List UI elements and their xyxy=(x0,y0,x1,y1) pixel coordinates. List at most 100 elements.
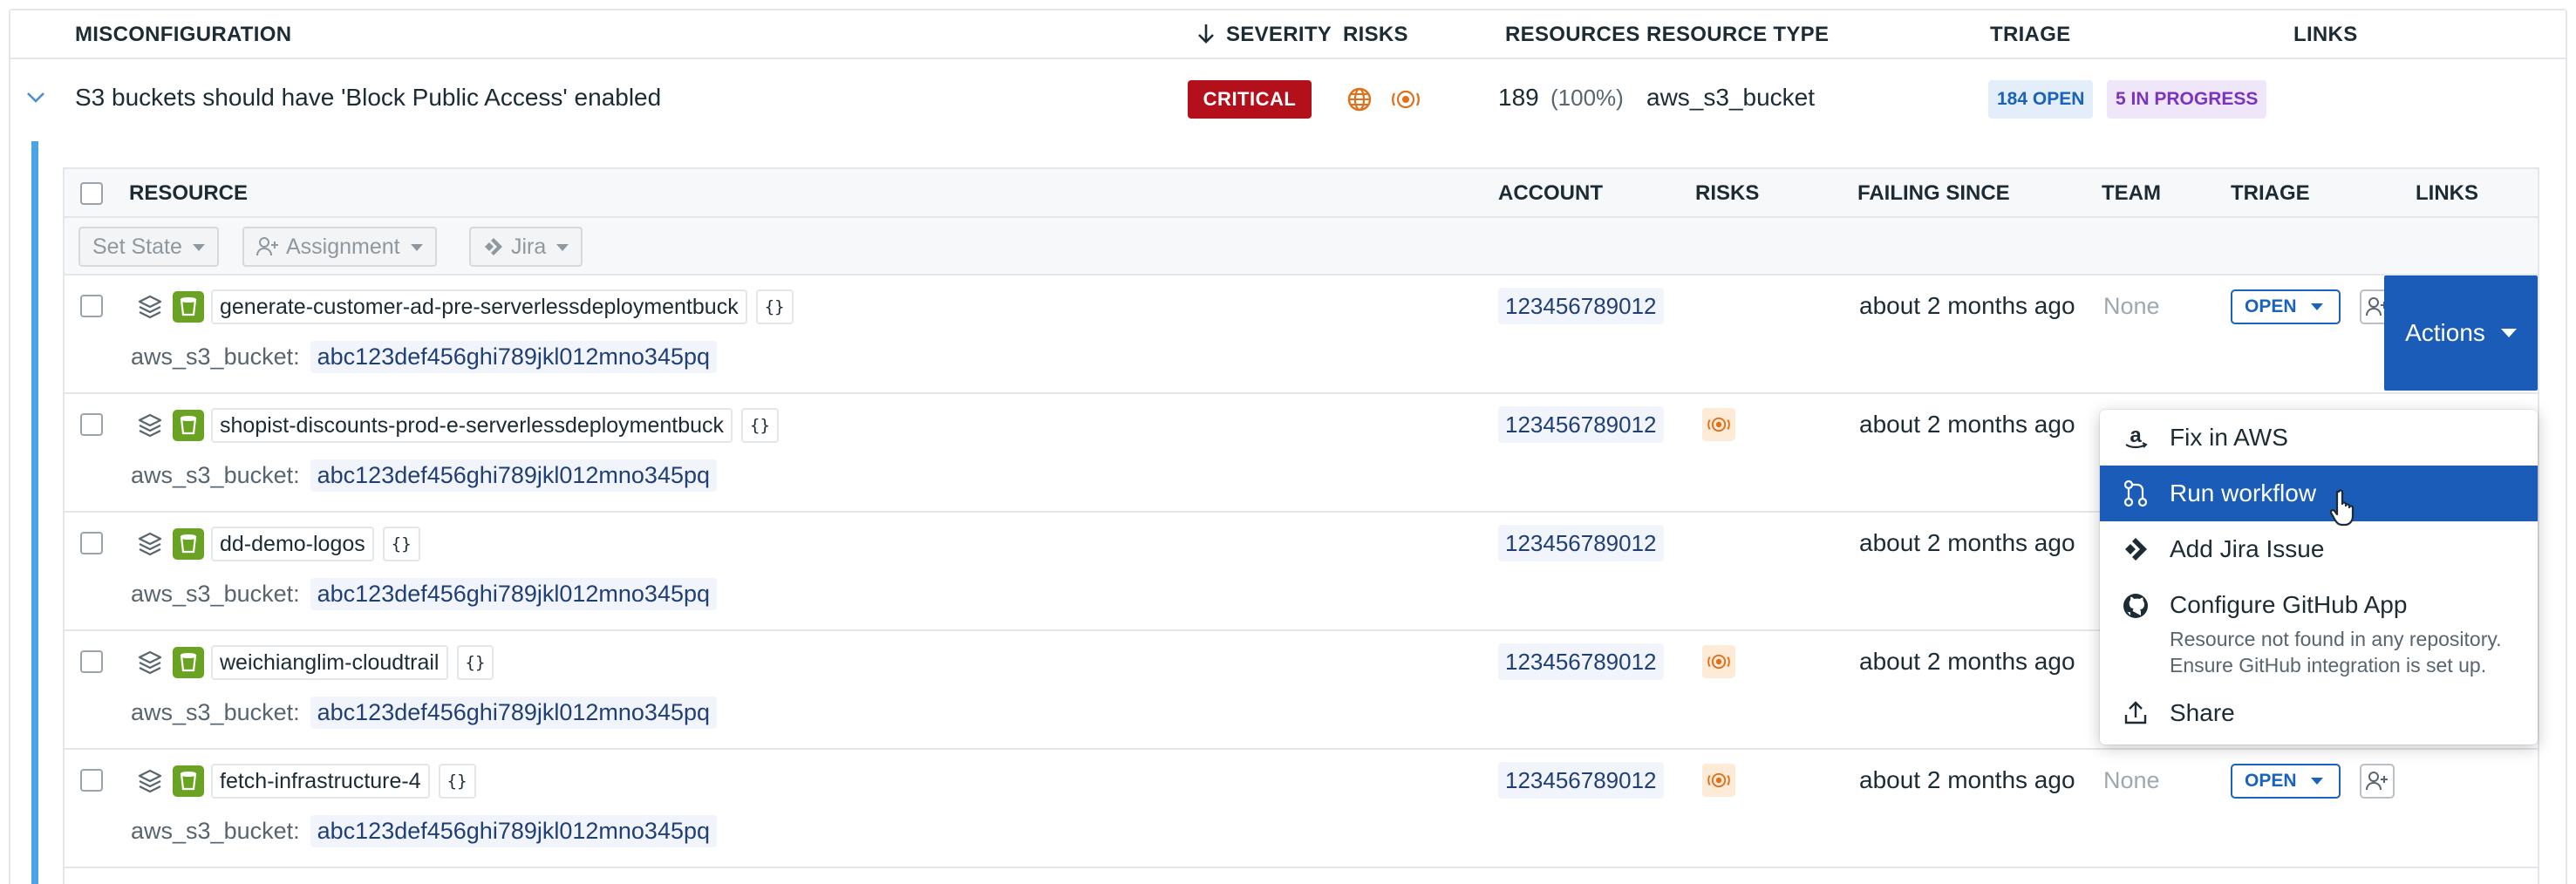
failing-since: about 2 months ago xyxy=(1859,292,2075,319)
row-checkbox[interactable] xyxy=(80,295,103,317)
chevron-down-icon[interactable] xyxy=(26,91,45,105)
jira-icon xyxy=(2121,534,2150,564)
account-id[interactable]: 123456789012 xyxy=(1498,288,1664,324)
actions-button[interactable]: Actions xyxy=(2384,275,2538,391)
actions-menu: a Fix in AWS Run workflow Add Jira Issue… xyxy=(2100,410,2538,745)
col-resource[interactable]: RESOURCE xyxy=(129,169,248,218)
resource-id[interactable]: abc123def456ghi789jkl012mno345pq xyxy=(310,340,718,373)
assign-user-button[interactable] xyxy=(2360,764,2395,799)
col-risks[interactable]: RISKS xyxy=(1343,10,1408,59)
github-note-line-2: Ensure GitHub integration is set up. xyxy=(2170,654,2487,677)
layers-icon xyxy=(138,295,162,319)
hand-cursor-icon xyxy=(2330,489,2355,527)
col-severity[interactable]: SEVERITY xyxy=(1196,10,1332,59)
github-icon xyxy=(2121,591,2150,621)
menu-item-run-workflow[interactable]: Run workflow xyxy=(2100,466,2538,521)
add-user-icon xyxy=(2366,772,2388,791)
team-value: None xyxy=(2103,767,2160,793)
json-view-button[interactable]: {} xyxy=(456,645,494,680)
chevron-down-icon xyxy=(192,244,205,252)
col-triage[interactable]: TRIAGE xyxy=(1990,10,2070,59)
menu-item-add-jira-issue[interactable]: Add Jira Issue xyxy=(2100,521,2538,577)
resource-id[interactable]: abc123def456ghi789jkl012mno345pq xyxy=(310,696,718,729)
bulk-actions-toolbar: Set State Assignment Jira xyxy=(65,218,2538,275)
col-links[interactable]: LINKS xyxy=(2293,10,2358,59)
triage-state-dropdown[interactable]: OPEN xyxy=(2231,289,2341,324)
json-view-button[interactable]: {} xyxy=(438,764,476,799)
s3-bucket-icon xyxy=(173,528,204,560)
row-checkbox[interactable] xyxy=(80,532,103,554)
layers-icon xyxy=(138,532,162,556)
table-row[interactable]: generate-customer-ad-pre-serverlessdeplo… xyxy=(65,275,2538,394)
resource-name[interactable]: weichianglim-cloudtrail xyxy=(211,645,448,680)
account-id[interactable]: 123456789012 xyxy=(1498,762,1664,799)
misconfiguration-title[interactable]: S3 buckets should have 'Block Public Acc… xyxy=(75,84,661,112)
resource-type-label: aws_s3_bucket: xyxy=(131,461,300,488)
assignment-button[interactable]: Assignment xyxy=(242,227,437,267)
failing-since: about 2 months ago xyxy=(1859,411,2075,438)
resource-name[interactable]: shopist-discounts-prod-e-serverlessdeplo… xyxy=(211,408,733,443)
svg-text:a: a xyxy=(2130,425,2142,447)
col-resource-type[interactable]: RESOURCE TYPE xyxy=(1646,10,1829,59)
findings-table-header: MISCONFIGURATION SEVERITY RISKS RESOURCE… xyxy=(10,10,2566,59)
row-checkbox[interactable] xyxy=(80,650,103,673)
select-all-checkbox[interactable] xyxy=(80,182,103,205)
row-checkbox[interactable] xyxy=(80,413,103,436)
resource-name[interactable]: dd-demo-logos xyxy=(211,527,374,561)
layers-icon xyxy=(138,413,162,438)
resource-id-line: aws_s3_bucket: abc123def456ghi789jkl012mn… xyxy=(131,457,718,493)
chevron-down-icon xyxy=(556,244,569,252)
resource-id-line: aws_s3_bucket: abc123def456ghi789jkl012mn… xyxy=(131,813,718,849)
resource-id-line: aws_s3_bucket: abc123def456ghi789jkl012mn… xyxy=(131,338,718,375)
menu-item-configure-github-app[interactable]: Configure GitHub App Resource not found … xyxy=(2100,577,2538,685)
col-risks[interactable]: RISKS xyxy=(1695,169,1759,218)
resource-name-cell: weichianglim-cloudtrail{} xyxy=(136,645,494,680)
public-access-globe-icon xyxy=(1347,87,1372,112)
github-note-line-1: Resource not found in any repository. xyxy=(2170,628,2502,650)
json-view-button[interactable]: {} xyxy=(755,289,794,324)
resources-percent: (100%) xyxy=(1550,85,1624,111)
amazon-icon: a xyxy=(2121,423,2150,452)
col-resources[interactable]: RESOURCES xyxy=(1505,10,1640,59)
exposure-radar-icon xyxy=(1702,764,1735,797)
resources-count: 189 xyxy=(1498,84,1539,111)
workflow-icon xyxy=(2121,479,2150,508)
col-misconfiguration[interactable]: MISCONFIGURATION xyxy=(75,10,291,59)
row-checkbox[interactable] xyxy=(80,769,103,792)
json-view-button[interactable]: {} xyxy=(382,527,420,561)
jira-button[interactable]: Jira xyxy=(469,227,583,267)
exposure-radar-icon xyxy=(1392,90,1420,109)
table-row[interactable]: fetch-infrastructure-4{} aws_s3_bucket: ab… xyxy=(65,750,2538,868)
failing-since: about 2 months ago xyxy=(1859,648,2075,675)
resource-id[interactable]: abc123def456ghi789jkl012mno345pq xyxy=(310,459,718,492)
resource-id[interactable]: abc123def456ghi789jkl012mno345pq xyxy=(310,577,718,610)
resources-table-header: RESOURCE ACCOUNT RISKS FAILING SINCE TEA… xyxy=(65,169,2538,218)
col-account[interactable]: ACCOUNT xyxy=(1498,169,1603,218)
resource-name[interactable]: fetch-infrastructure-4 xyxy=(211,764,430,799)
triage-state-dropdown[interactable]: OPEN xyxy=(2231,764,2341,799)
triage-open-badge[interactable]: 184 OPEN xyxy=(1988,80,2094,119)
resource-type-label: aws_s3_bucket: xyxy=(131,698,300,725)
col-team[interactable]: TEAM xyxy=(2102,169,2161,218)
account-id[interactable]: 123456789012 xyxy=(1498,525,1664,561)
resource-type-label: aws_s3_bucket: xyxy=(131,343,300,370)
failing-since: about 2 months ago xyxy=(1859,766,2075,793)
menu-item-share[interactable]: Share xyxy=(2100,685,2538,741)
triage-in-progress-badge[interactable]: 5 IN PROGRESS xyxy=(2107,80,2267,119)
menu-item-fix-in-aws[interactable]: a Fix in AWS xyxy=(2100,410,2538,466)
resource-id[interactable]: abc123def456ghi789jkl012mno345pq xyxy=(310,814,718,847)
account-id[interactable]: 123456789012 xyxy=(1498,406,1664,443)
json-view-button[interactable]: {} xyxy=(741,408,779,443)
sort-down-icon xyxy=(1198,24,1214,44)
resource-name[interactable]: generate-customer-ad-pre-serverlessdeplo… xyxy=(211,289,747,324)
s3-bucket-icon xyxy=(173,647,204,678)
col-failing-since[interactable]: FAILING SINCE xyxy=(1857,169,2010,218)
resource-name-cell: generate-customer-ad-pre-serverlessdeplo… xyxy=(136,289,794,324)
col-links[interactable]: LINKS xyxy=(2416,169,2478,218)
resource-name-cell: dd-demo-logos{} xyxy=(136,527,420,561)
team-value: None xyxy=(2103,293,2160,319)
col-triage[interactable]: TRIAGE xyxy=(2231,169,2310,218)
set-state-button[interactable]: Set State xyxy=(78,227,219,267)
resource-name-cell: shopist-discounts-prod-e-serverlessdeplo… xyxy=(136,408,779,443)
account-id[interactable]: 123456789012 xyxy=(1498,643,1664,680)
